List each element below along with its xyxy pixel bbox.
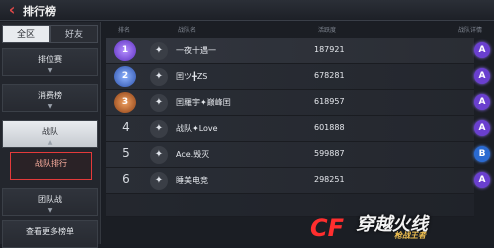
table-row[interactable]: 5 ✦ Ace.毁灭 599887 B [106,142,490,168]
clan-detail-button[interactable]: A [474,172,490,188]
clan-score: 678281 [314,71,345,80]
clan-score: 618957 [314,97,345,106]
table-row[interactable]: 6 ✦ 睡美电竞 298251 A [106,168,490,194]
game-logo-subtitle: 枪战王者 [394,231,426,240]
title-bar: ‹ 排行榜 [0,0,494,21]
clan-detail-button[interactable]: A [474,94,490,110]
player-emblem-icon: ✦ [150,94,168,112]
sidebar-tabs: 全区 好友 [2,25,98,43]
player-emblem-icon: ✦ [150,120,168,138]
clan-name: Ace.毁灭 [176,150,210,159]
chevron-down-icon: ▼ [47,207,53,214]
tab-friends[interactable]: 好友 [50,25,98,43]
back-arrow-icon[interactable]: ‹ [4,2,20,18]
rank-number: 6 [122,172,130,186]
clan-detail-button[interactable]: A [474,68,490,84]
sidebar-item-label: 排位赛 [38,55,62,64]
table-row[interactable]: 1 ✦ 一夜十遇一 187921 A [106,38,490,64]
clan-name: 囯羅宇✦巅峰囯 [176,98,231,107]
game-logo: CF 穿越火线 枪战王者 [310,206,490,242]
player-emblem-icon: ✦ [150,146,168,164]
chevron-down-icon: ▼ [47,103,53,110]
sidebar-item-label: 战队 [42,127,58,136]
sidebar-item-clan-ranking[interactable]: 战队排行 [10,152,92,180]
sidebar-item-spending[interactable]: 消费榜 ▼ [2,84,98,112]
header-score: 活跃度 [318,27,337,34]
table-row[interactable]: 4 ✦ 战队✦Love 601888 A [106,116,490,142]
clan-name: 战队✦Love [176,124,218,133]
player-emblem-icon: ✦ [150,42,168,60]
sidebar-item-label: 消费榜 [38,91,62,100]
tab-all-region[interactable]: 全区 [2,25,50,43]
chevron-up-icon: ▲ [47,139,53,146]
sidebar-item-label: 查看更多榜单 [26,227,74,236]
sidebar-item-ranked[interactable]: 排位赛 ▼ [2,48,98,76]
player-emblem-icon: ✦ [150,172,168,190]
header-name: 战队名 [178,27,197,34]
clan-name: 睡美电竞 [176,176,208,185]
clan-score: 298251 [314,175,345,184]
rank-badge-icon: 1 [114,40,136,61]
clan-detail-button[interactable]: A [474,42,490,58]
sidebar: 全区 好友 排位赛 ▼ 消费榜 ▼ 战队 ▲ 战队排行 团队战 ▼ 查看更多榜单 [0,22,101,248]
page-title: 排行榜 [23,5,56,18]
player-emblem-icon: ✦ [150,68,168,86]
rank-badge-icon: 2 [114,66,136,87]
chevron-down-icon: ▼ [47,67,53,74]
clan-name: 囯ツ╋ZS [176,72,208,81]
clan-score: 601888 [314,123,345,132]
clan-detail-button[interactable]: B [474,146,490,162]
sidebar-item-clan[interactable]: 战队 ▲ [2,120,98,148]
header-action: 战队详情 [458,27,483,34]
rank-number: 5 [122,146,130,160]
rank-badge-icon: 3 [114,92,136,113]
cf-logo-mark: CF [310,214,345,242]
clan-detail-button[interactable]: A [474,120,490,136]
sidebar-item-team-battle[interactable]: 团队战 ▼ [2,188,98,216]
clan-score: 599887 [314,149,345,158]
sidebar-item-label: 团队战 [38,195,62,204]
clan-name: 一夜十遇一 [176,46,216,55]
table-row[interactable]: 2 ✦ 囯ツ╋ZS 678281 A [106,64,490,90]
rank-number: 4 [122,120,130,134]
table-header: 排名 战队名 活跃度 战队详情 [102,22,494,36]
header-rank: 排名 [118,27,131,34]
table-row[interactable]: 3 ✦ 囯羅宇✦巅峰囯 618957 A [106,90,490,116]
clan-score: 187921 [314,45,345,54]
sidebar-item-label: 战队排行 [35,159,67,168]
